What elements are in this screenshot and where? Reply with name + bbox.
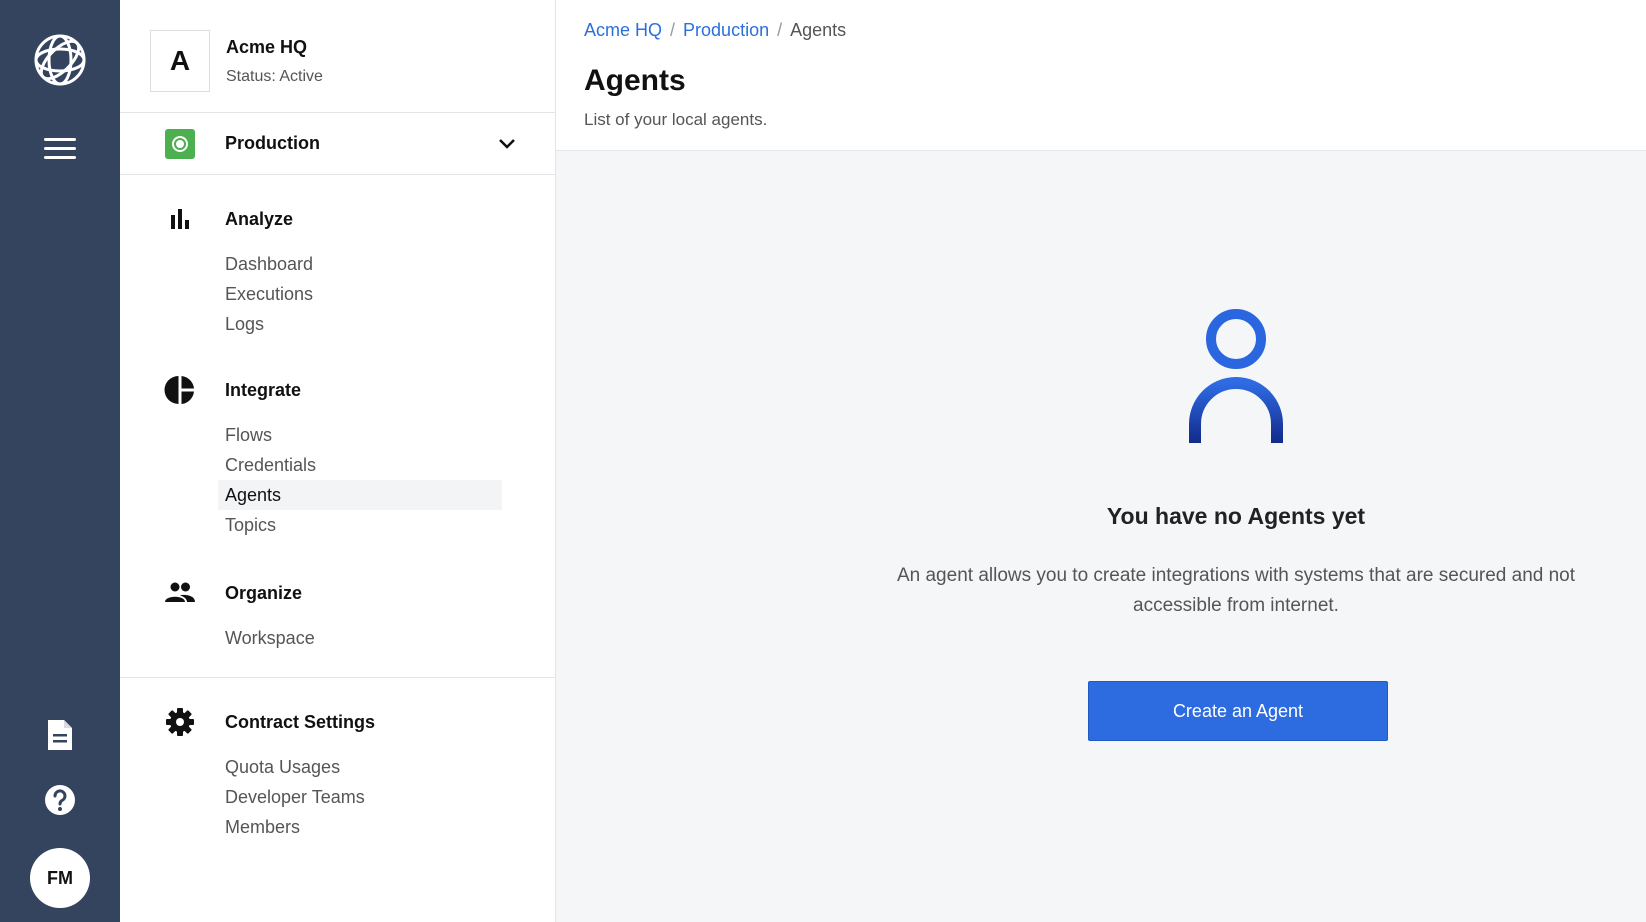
nav-section-organize: Organize Workspace — [120, 573, 556, 653]
app-logo-icon[interactable] — [32, 32, 88, 88]
nav-section-integrate: Integrate Flows Credentials Agents Topic… — [120, 370, 556, 540]
page-title: Agents — [584, 64, 686, 97]
nav-section-title: Integrate — [225, 380, 302, 400]
nav-item-logs[interactable]: Logs — [218, 309, 502, 339]
org-status: Status: Active — [226, 67, 323, 85]
nav-item-credentials[interactable]: Credentials — [218, 450, 502, 480]
page-header: Acme HQ / Production / Agents Agents List of… — [556, 0, 1646, 151]
org-avatar: A — [150, 30, 210, 92]
environment-selector[interactable]: Production — [120, 113, 556, 174]
create-agent-button[interactable]: Create an Agent — [1088, 681, 1388, 741]
nav-section-analyze: Analyze Dashboard Executions Logs — [120, 199, 556, 339]
nav-section-title: Analyze — [225, 209, 294, 229]
sidebar: A Acme HQ Status: Active Production Anal… — [120, 0, 556, 922]
environment-label: Production — [225, 133, 320, 153]
org-name: Acme HQ — [226, 36, 308, 57]
nav-section-contract-settings: Contract Settings Quota Usages Developer… — [120, 702, 556, 842]
environment-status-icon — [165, 129, 195, 159]
divider — [120, 174, 556, 175]
app-rail: FM — [0, 0, 120, 922]
breadcrumb: Acme HQ / Production / Agents — [584, 20, 847, 40]
breadcrumb-current: Agents — [790, 20, 847, 40]
chevron-down-icon[interactable] — [496, 133, 518, 155]
nav-item-dashboard[interactable]: Dashboard — [218, 249, 502, 279]
main-content: Acme HQ / Production / Agents Agents List of… — [556, 0, 1646, 922]
people-icon — [165, 582, 195, 602]
gear-icon — [166, 708, 194, 736]
nav-item-executions[interactable]: Executions — [218, 279, 502, 309]
nav-item-workspace[interactable]: Workspace — [218, 623, 502, 653]
breadcrumb-link-environment[interactable]: Production — [683, 20, 769, 40]
empty-state-description: An agent allows you to create integratio… — [896, 565, 1576, 616]
nav-item-agents[interactable]: Agents — [218, 480, 502, 510]
bar-chart-icon — [171, 209, 189, 229]
empty-state: You have no Agents yet An agent allows y… — [556, 151, 1646, 922]
nav-section-title: Contract Settings — [225, 712, 376, 732]
page-subtitle: List of your local agents. — [584, 110, 768, 129]
help-icon[interactable] — [44, 784, 76, 816]
pie-chart-icon — [164, 376, 194, 404]
breadcrumb-link-org[interactable]: Acme HQ — [584, 20, 662, 40]
divider — [120, 677, 556, 678]
nav-item-topics[interactable]: Topics — [218, 510, 502, 540]
nav-item-members[interactable]: Members — [218, 812, 502, 842]
document-icon[interactable] — [46, 718, 74, 752]
empty-state-heading: You have no Agents yet — [1106, 503, 1366, 529]
nav-section-title: Organize — [225, 583, 303, 603]
person-icon — [1189, 309, 1283, 443]
organization-header: A Acme HQ Status: Active — [150, 30, 323, 92]
nav-item-quota-usages[interactable]: Quota Usages — [218, 752, 502, 782]
nav-item-flows[interactable]: Flows — [218, 420, 502, 450]
nav-item-developer-teams[interactable]: Developer Teams — [218, 782, 502, 812]
user-avatar[interactable]: FM — [30, 848, 90, 908]
hamburger-menu-icon[interactable] — [44, 138, 76, 162]
